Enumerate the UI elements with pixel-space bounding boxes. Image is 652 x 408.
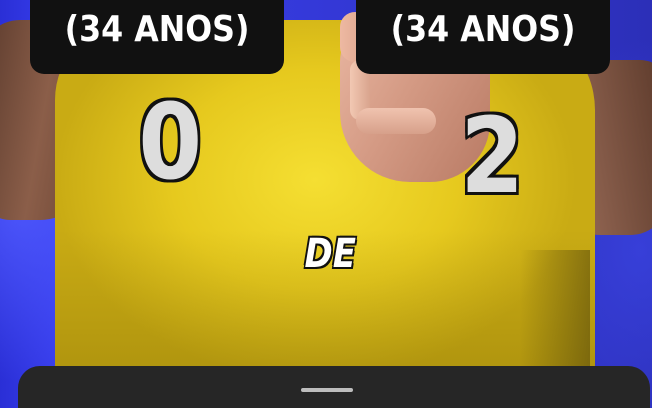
right-score-number: 2 xyxy=(458,95,526,217)
left-score-number: 0 xyxy=(136,81,204,203)
bottom-sheet[interactable] xyxy=(18,366,650,408)
subtitle-word: DE xyxy=(303,230,357,279)
left-age-label-box: (34 ANOS) xyxy=(30,0,284,74)
right-age-label: (34 ANOS) xyxy=(390,9,576,50)
right-age-label-box: (34 ANOS) xyxy=(356,0,610,74)
left-age-label: (34 ANOS) xyxy=(64,9,250,50)
drag-handle-icon[interactable] xyxy=(301,388,353,392)
video-frame: (34 ANOS) (34 ANOS) 0 2 DE xyxy=(0,0,652,408)
pointing-finger xyxy=(356,108,436,134)
